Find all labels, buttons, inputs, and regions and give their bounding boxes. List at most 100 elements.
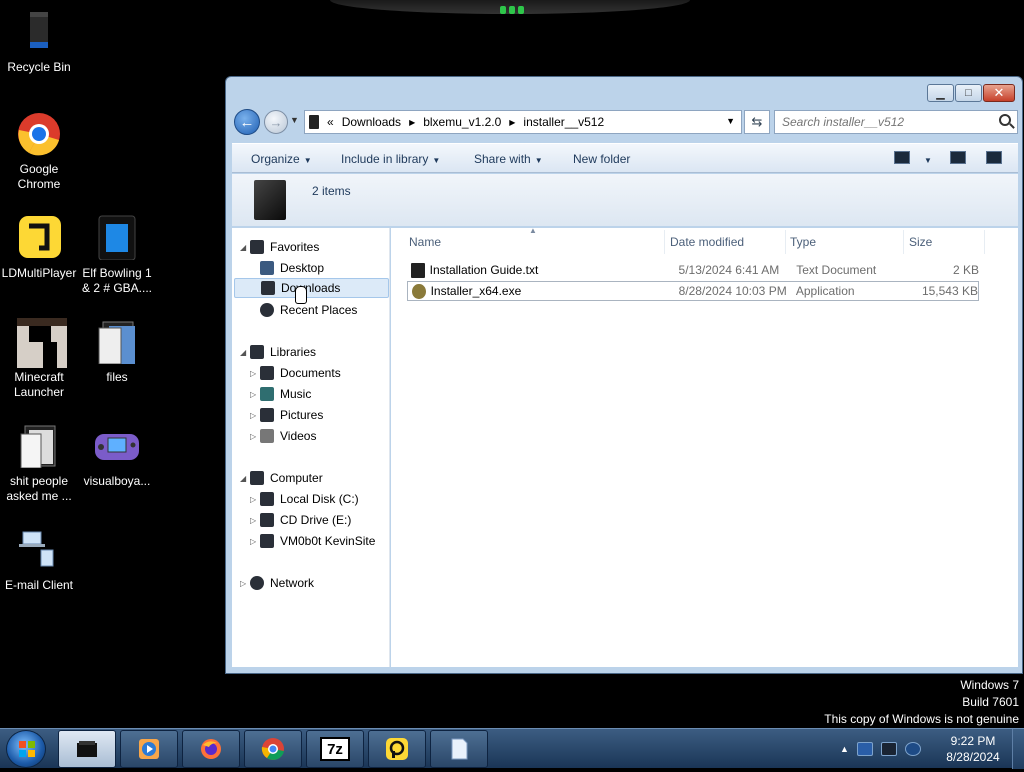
preview-pane-icon[interactable] bbox=[950, 151, 966, 164]
desktop-icon-visualboyadvance[interactable]: visualboya... bbox=[79, 422, 155, 489]
recycle-bin-icon bbox=[17, 8, 61, 54]
nav-videos[interactable]: ▷ Videos bbox=[250, 426, 316, 446]
nav-local-disk[interactable]: ▷ Local Disk (C:) bbox=[250, 489, 359, 509]
taskbar-chrome[interactable] bbox=[244, 730, 302, 768]
file-row[interactable]: Installation Guide.txt 5/13/2024 6:41 AM… bbox=[407, 260, 979, 280]
desktop-icon-files[interactable]: files bbox=[79, 318, 155, 385]
network-status-icon[interactable] bbox=[880, 742, 897, 756]
breadcrumb-blxemu[interactable]: blxemu_v1.2.0 bbox=[423, 115, 501, 129]
search-input[interactable] bbox=[775, 111, 990, 133]
taskbar-explorer[interactable] bbox=[58, 730, 116, 768]
search-box[interactable] bbox=[774, 110, 1018, 134]
address-bar[interactable]: « Downloads ▶ blxemu_v1.2.0 ▶ installer_… bbox=[304, 110, 742, 134]
taskbar-media-player[interactable] bbox=[120, 730, 178, 768]
column-header-size[interactable]: Size bbox=[905, 230, 985, 254]
taskbar-7zip[interactable]: 7z bbox=[306, 730, 364, 768]
close-button[interactable]: ✕ bbox=[983, 84, 1015, 102]
column-header-type[interactable]: Type bbox=[786, 230, 904, 254]
explorer-window[interactable]: ▁ □ ✕ ← → ▼ « Downloads ▶ blxemu_v1.2.0 … bbox=[225, 76, 1023, 674]
refresh-icon: ⇆ bbox=[751, 114, 763, 129]
desktop-icon-label: shit people asked me ... bbox=[6, 474, 72, 503]
show-hidden-icons-button[interactable]: ▲ bbox=[840, 744, 849, 754]
taskbar-notepad[interactable] bbox=[430, 730, 488, 768]
collapsed-triangle-icon[interactable]: ▷ bbox=[250, 495, 260, 504]
nav-label: Computer bbox=[270, 471, 323, 485]
desktop-icon-shit-people[interactable]: shit people asked me ... bbox=[1, 422, 77, 504]
share-label: Share with bbox=[474, 152, 531, 166]
nav-cd-drive[interactable]: ▷ CD Drive (E:) bbox=[250, 510, 351, 530]
desktop-icon-ldmultiplayer[interactable]: LDMultiPlayer bbox=[1, 214, 77, 281]
expanded-triangle-icon[interactable]: ◢ bbox=[240, 474, 250, 483]
expanded-triangle-icon[interactable]: ◢ bbox=[240, 243, 250, 252]
search-icon[interactable] bbox=[999, 114, 1011, 126]
breadcrumb-downloads[interactable]: Downloads bbox=[342, 115, 401, 129]
desktop-icon-elf-bowling[interactable]: Elf Bowling 1 & 2 # GBA.... bbox=[79, 214, 155, 296]
breadcrumb-overflow[interactable]: « bbox=[327, 115, 334, 129]
collapsed-triangle-icon[interactable]: ▷ bbox=[240, 579, 250, 588]
collapsed-triangle-icon[interactable]: ▷ bbox=[250, 537, 260, 546]
nav-desktop[interactable]: Desktop bbox=[260, 258, 324, 278]
nav-favorites[interactable]: ◢ Favorites bbox=[240, 237, 319, 257]
chevron-right-icon[interactable]: ▶ bbox=[409, 118, 415, 127]
system-tray: ▲ bbox=[840, 730, 921, 768]
nav-documents[interactable]: ▷ Documents bbox=[250, 363, 341, 383]
desktop-icon-email-client[interactable]: E-mail Client bbox=[1, 526, 77, 593]
desktop-icon bbox=[260, 261, 274, 275]
collapsed-triangle-icon[interactable]: ▷ bbox=[250, 369, 260, 378]
breadcrumb-installer[interactable]: installer__v512 bbox=[523, 115, 604, 129]
minimize-button[interactable]: ▁ bbox=[927, 84, 954, 102]
volume-icon[interactable] bbox=[904, 742, 921, 756]
maximize-button[interactable]: □ bbox=[955, 84, 982, 102]
desktop-icon-recycle-bin[interactable]: Recycle Bin bbox=[1, 8, 77, 75]
wallpaper-dots bbox=[497, 6, 527, 16]
chrome-icon bbox=[261, 738, 284, 760]
chevron-down-icon: ▼ bbox=[432, 156, 441, 165]
nav-network[interactable]: ▷ Network bbox=[240, 573, 314, 593]
help-icon[interactable] bbox=[986, 151, 1002, 164]
include-in-library-button[interactable]: Include in library ▼ bbox=[341, 152, 440, 166]
nav-label: CD Drive (E:) bbox=[280, 513, 352, 527]
title-bar[interactable]: ▁ □ ✕ bbox=[226, 77, 1022, 107]
collapsed-triangle-icon[interactable]: ▷ bbox=[250, 390, 260, 399]
navigation-pane[interactable]: ◢ Favorites Desktop Downloads Recent Plac… bbox=[232, 228, 390, 667]
column-header-name[interactable]: Name bbox=[405, 230, 665, 254]
view-options-dropdown[interactable]: ▼ bbox=[920, 152, 932, 166]
file-row[interactable]: Installer_x64.exe 8/28/2024 10:03 PM App… bbox=[407, 281, 979, 301]
back-button[interactable]: ← bbox=[234, 109, 260, 135]
desktop-icon-google-chrome[interactable]: Google Chrome bbox=[1, 110, 77, 192]
collapsed-triangle-icon[interactable]: ▷ bbox=[250, 516, 260, 525]
desktop-icon-label: LDMultiPlayer bbox=[1, 266, 77, 280]
nav-label: Pictures bbox=[280, 408, 324, 422]
new-folder-button[interactable]: New folder bbox=[573, 152, 630, 166]
clock[interactable]: 9:22 PM 8/28/2024 bbox=[940, 733, 1006, 765]
collapsed-triangle-icon[interactable]: ▷ bbox=[250, 432, 260, 441]
refresh-button[interactable]: ⇆ bbox=[744, 110, 770, 134]
expanded-triangle-icon[interactable]: ◢ bbox=[240, 348, 250, 357]
pictures-icon bbox=[260, 408, 274, 422]
nav-downloads[interactable]: Downloads bbox=[234, 278, 389, 298]
chevron-right-icon[interactable]: ▶ bbox=[509, 118, 515, 127]
nav-network-share[interactable]: ▷ VM0b0t KevinSite bbox=[250, 531, 375, 551]
desktop-icon-minecraft[interactable]: Minecraft Launcher bbox=[1, 318, 77, 400]
nav-computer[interactable]: ◢ Computer bbox=[240, 468, 323, 488]
taskbar-firefox[interactable] bbox=[182, 730, 240, 768]
forward-button[interactable]: → bbox=[264, 110, 288, 134]
file-list[interactable]: ▲ Name Date modified Type Size Installat… bbox=[391, 226, 1018, 667]
organize-button[interactable]: Organize ▼ bbox=[251, 152, 312, 166]
taskbar-ldplayer[interactable] bbox=[368, 730, 426, 768]
nav-pictures[interactable]: ▷ Pictures bbox=[250, 405, 323, 425]
collapsed-triangle-icon[interactable]: ▷ bbox=[250, 411, 260, 420]
share-with-button[interactable]: Share with ▼ bbox=[474, 152, 543, 166]
address-dropdown-icon[interactable]: ▼ bbox=[726, 116, 735, 126]
column-header-date-modified[interactable]: Date modified bbox=[666, 230, 786, 254]
chrome-icon bbox=[17, 110, 61, 156]
show-desktop-button[interactable] bbox=[1012, 729, 1024, 769]
nav-recent-places[interactable]: Recent Places bbox=[260, 300, 357, 320]
history-dropdown-icon[interactable]: ▼ bbox=[290, 115, 299, 125]
change-view-icon[interactable] bbox=[894, 151, 910, 164]
nav-libraries[interactable]: ◢ Libraries bbox=[240, 342, 316, 362]
action-center-icon[interactable] bbox=[856, 742, 873, 756]
nav-music[interactable]: ▷ Music bbox=[250, 384, 311, 404]
nav-label: VM0b0t KevinSite bbox=[280, 534, 376, 548]
start-button[interactable] bbox=[6, 730, 46, 768]
